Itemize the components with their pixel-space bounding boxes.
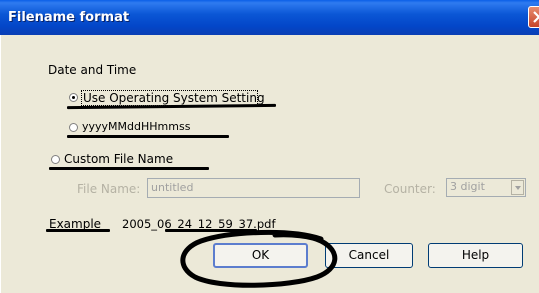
dialog-body: Date and Time Use Operating System Setti… <box>0 35 539 293</box>
custom-name-label[interactable]: Custom File Name <box>64 152 173 166</box>
annotation-circle <box>180 229 338 288</box>
counter-value: 3 digit <box>450 180 485 193</box>
annotation-underline <box>49 167 209 170</box>
dialog-title: Filename format <box>8 10 130 25</box>
close-icon <box>533 11 539 23</box>
file-name-label: File Name: <box>77 182 141 196</box>
counter-label: Counter: <box>384 182 436 196</box>
cancel-label: Cancel <box>348 248 390 262</box>
chevron-down-icon[interactable] <box>511 180 524 195</box>
pattern-label[interactable]: yyyyMMddHHmmss <box>82 120 190 133</box>
os-setting-radio[interactable] <box>69 93 78 102</box>
date-time-label: Date and Time <box>48 63 137 77</box>
file-name-input[interactable]: untitled <box>147 178 360 198</box>
pattern-radio[interactable] <box>69 123 78 132</box>
file-name-value: untitled <box>151 181 194 194</box>
custom-name-radio[interactable] <box>51 155 60 164</box>
title-bar: Filename format <box>0 0 539 35</box>
help-label: Help <box>461 248 490 262</box>
counter-select[interactable]: 3 digit <box>446 178 526 197</box>
annotation-underline <box>67 135 229 138</box>
help-button[interactable]: Help <box>428 243 523 268</box>
annotation-underline <box>46 229 110 232</box>
close-button[interactable] <box>528 6 539 28</box>
os-setting-label[interactable]: Use Operating System Setting <box>83 91 265 105</box>
